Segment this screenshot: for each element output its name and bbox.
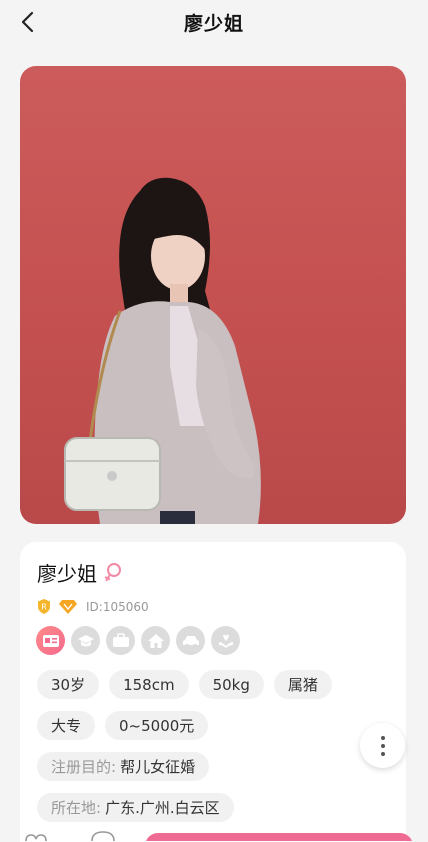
briefcase-icon (112, 633, 129, 647)
location-value: 广东.广州.白云区 (105, 799, 220, 817)
more-vertical-icon (380, 735, 385, 740)
tag-education: 大专 (37, 711, 96, 740)
tag-weight: 50kg (198, 670, 264, 699)
car-icon (182, 635, 199, 647)
person-illustration (64, 177, 261, 524)
heart-icon (25, 834, 47, 841)
profile-name: 廖少姐 (37, 562, 97, 586)
id-card-badge[interactable] (36, 626, 65, 655)
female-icon (104, 562, 121, 582)
like-button[interactable] (25, 834, 47, 841)
car-badge[interactable] (176, 626, 205, 655)
tag-age: 30岁 (37, 670, 100, 699)
profile-photo[interactable] (20, 66, 406, 524)
purpose-value: 帮儿女征婚 (120, 758, 196, 776)
svg-text:R: R (41, 603, 47, 612)
verification-badges (36, 626, 240, 655)
profile-tags: 30岁 158cm 50kg 属猪 大专 0~5000元 注册目的: 帮儿女征婚… (37, 670, 367, 834)
profile-id: ID:105060 (86, 599, 149, 614)
id-card-icon (42, 634, 59, 647)
tag-purpose: 注册目的: 帮儿女征婚 (37, 752, 210, 781)
tag-row-purpose: 注册目的: 帮儿女征婚 (37, 752, 367, 781)
back-arrow-icon (21, 11, 34, 33)
heart-hand-icon (218, 634, 233, 648)
tag-height: 158cm (109, 670, 189, 699)
name-row: 廖少姐 (37, 558, 123, 587)
location-label: 所在地: (51, 799, 102, 817)
tag-row-basic: 30岁 158cm 50kg 属猪 (37, 670, 367, 699)
diamond-badge-icon (59, 600, 77, 614)
job-badge[interactable] (106, 626, 135, 655)
page-title: 廖少姐 (183, 12, 244, 35)
tag-zodiac: 属猪 (273, 670, 332, 699)
id-row: R ID:105060 (36, 598, 149, 615)
top-bar: 廖少姐 (0, 0, 428, 44)
education-badge[interactable] (71, 626, 100, 655)
tag-income: 0~5000元 (105, 711, 209, 740)
tag-row-location: 所在地: 广东.广州.白云区 (37, 793, 367, 822)
profile-info-card: 廖少姐 R ID:105060 30岁 158cm 50kg 属猪 大专 0~5… (20, 542, 406, 842)
purpose-label: 注册目的: (51, 758, 117, 776)
primary-action-button[interactable] (145, 833, 413, 841)
back-button[interactable] (14, 8, 42, 36)
education-icon (77, 634, 94, 646)
more-options-button[interactable] (360, 723, 405, 768)
bottom-action-bar (25, 831, 413, 841)
tag-location: 所在地: 广东.广州.白云区 (37, 793, 234, 822)
tag-row-edu: 大专 0~5000元 (37, 711, 367, 740)
house-badge[interactable] (141, 626, 170, 655)
chat-button[interactable] (91, 831, 115, 841)
more-vertical-icon (380, 743, 385, 748)
marriage-badge[interactable] (211, 626, 240, 655)
house-icon (147, 633, 164, 648)
more-vertical-icon (380, 751, 385, 756)
chat-icon (91, 831, 115, 841)
shield-badge-icon: R (38, 599, 50, 614)
